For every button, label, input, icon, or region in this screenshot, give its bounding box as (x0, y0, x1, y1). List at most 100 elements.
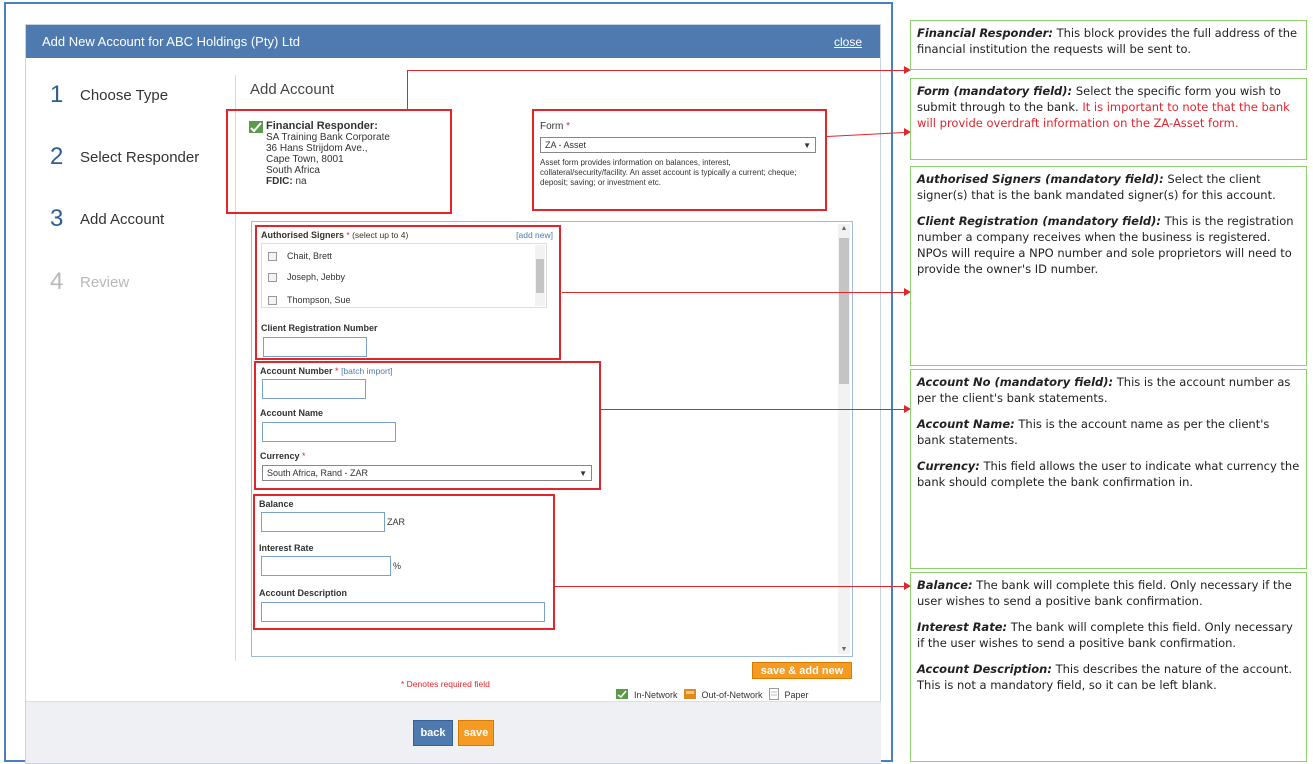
fdic-value: na (295, 176, 307, 187)
account-number-input[interactable] (262, 379, 366, 399)
account-description-label: Account Description (259, 588, 348, 598)
annotation-account: Account No (mandatory field): This is th… (910, 369, 1307, 569)
annotation-term: Client Registration (mandatory field): (917, 214, 1161, 228)
currency-select-value: South Africa, Rand - ZAR (267, 468, 369, 478)
annotation-responder: Financial Responder: This block provides… (910, 20, 1307, 70)
account-number-label: Account Number (260, 366, 333, 376)
signer-checkbox[interactable] (268, 251, 277, 261)
connector-line (555, 586, 904, 587)
connector-line (601, 409, 904, 410)
step-add-account[interactable]: 3 Add Account (50, 205, 164, 233)
required-mark: * (346, 230, 350, 240)
scroll-thumb[interactable] (839, 238, 849, 384)
annotation-term: Account No (mandatory field): (917, 375, 1114, 389)
step-select-responder[interactable]: 2 Select Responder (50, 143, 199, 171)
in-network-icon (249, 120, 263, 138)
step-review: 4 Review (50, 268, 129, 296)
annotation-term: Currency: (917, 459, 980, 473)
connector-line (562, 292, 904, 293)
required-mark: * (302, 451, 306, 461)
signer-name: Joseph, Jebby (287, 272, 346, 282)
form-description: Asset form provides information on balan… (540, 158, 797, 187)
step-label: Review (80, 273, 130, 291)
responder-line: SA Training Bank Corporate (266, 132, 390, 143)
signer-checkbox[interactable] (268, 272, 277, 282)
annotation-optional: Balance: The bank will complete this fie… (910, 572, 1307, 762)
responder-box: Financial Responder: SA Training Bank Co… (226, 109, 452, 214)
chevron-down-icon: ▼ (579, 468, 587, 478)
annotation-term: Authorised Signers (mandatory field): (917, 172, 1164, 186)
step-choose-type[interactable]: 1 Choose Type (50, 81, 168, 109)
step-label: Add Account (80, 210, 165, 228)
optional-fields-box: Balance ZAR Interest Rate % Account Desc… (253, 494, 555, 630)
close-link[interactable]: close (834, 35, 862, 49)
list-item[interactable]: Chait, Brett (268, 251, 332, 261)
account-description-input[interactable] (261, 602, 545, 622)
currency-label: Currency (260, 451, 300, 461)
currency-select[interactable]: South Africa, Rand - ZAR ▼ (262, 465, 592, 481)
responder-line: Cape Town, 8001 (266, 154, 344, 165)
client-reg-input[interactable] (263, 337, 367, 357)
annotation-term: Balance: (917, 578, 973, 592)
annotation-term: Form (mandatory field): (917, 84, 1073, 98)
balance-input[interactable] (261, 512, 385, 532)
list-item[interactable]: Joseph, Jebby (268, 272, 345, 282)
annotation-term: Account Description: (917, 662, 1052, 676)
step-number: 2 (50, 143, 64, 170)
annotation-term: Interest Rate: (917, 620, 1008, 634)
form-label: Form (540, 121, 564, 132)
signers-hint: (select up to 4) (352, 230, 409, 240)
modal-header: Add New Account for ABC Holdings (Pty) L… (26, 25, 880, 58)
responder-line: South Africa (266, 165, 320, 176)
form-box: Form * ZA - Asset ▼ Asset form provides … (532, 109, 827, 211)
annotation-form: Form (mandatory field): Select the speci… (910, 78, 1307, 160)
connector-line (407, 70, 904, 71)
step-number: 4 (50, 268, 64, 295)
signers-scrollbar[interactable] (535, 245, 545, 306)
annotation-term: Account Name: (917, 417, 1015, 431)
step-number: 3 (50, 205, 64, 232)
annotation-term: Financial Responder: (917, 26, 1053, 40)
connector-line (407, 70, 408, 109)
list-item[interactable]: Thompson, Sue (268, 295, 351, 305)
responder-line: 36 Hans Strijdom Ave., (266, 143, 368, 154)
interest-rate-unit: % (393, 561, 402, 571)
responder-label: Financial Responder: (266, 120, 378, 132)
add-new-signer-link[interactable]: [add new] (516, 230, 553, 240)
signer-name: Thompson, Sue (287, 295, 351, 305)
balance-unit: ZAR (387, 517, 405, 527)
back-button[interactable]: back (413, 720, 453, 746)
modal-footer: back save (26, 701, 881, 763)
out-of-network-icon (683, 689, 696, 701)
step-number: 1 (50, 81, 64, 108)
scroll-down-icon[interactable]: ▼ (838, 646, 850, 653)
modal-title: Add New Account for ABC Holdings (Pty) L… (42, 34, 300, 49)
client-reg-label: Client Registration Number (261, 323, 378, 333)
panel-scrollbar[interactable]: ▲ ▼ (838, 224, 850, 654)
in-network-icon (616, 689, 628, 701)
out-of-network-label: Out-of-Network (701, 690, 763, 700)
annotation-signers: Authorised Signers (mandatory field): Se… (910, 166, 1307, 366)
annotation-text: The bank will complete this field. Only … (917, 578, 1292, 608)
save-button[interactable]: save (458, 720, 494, 746)
signers-label: Authorised Signers (261, 230, 345, 240)
balance-label: Balance (259, 499, 294, 509)
interest-rate-label: Interest Rate (259, 543, 314, 553)
account-name-input[interactable] (262, 422, 396, 442)
signers-list: Chait, Brett Joseph, Jebby Thompson, Sue (261, 243, 547, 308)
interest-rate-input[interactable] (261, 556, 391, 576)
step-label: Select Responder (80, 148, 200, 166)
signer-name: Chait, Brett (287, 251, 333, 261)
network-legend: In-Network Out-of-Network Paper (616, 688, 815, 702)
in-network-label: In-Network (634, 690, 678, 700)
batch-import-link[interactable]: [batch import] (341, 366, 393, 376)
save-add-new-button[interactable]: save & add new (752, 662, 852, 679)
signers-box: Authorised Signers * (select up to 4) [a… (255, 225, 561, 360)
paper-label: Paper (784, 690, 809, 700)
paper-icon (768, 688, 779, 702)
signer-checkbox[interactable] (268, 295, 277, 305)
form-select[interactable]: ZA - Asset ▼ (540, 137, 816, 153)
scroll-up-icon[interactable]: ▲ (838, 225, 850, 232)
fdic-label: FDIC: (266, 176, 293, 187)
add-account-heading: Add Account (250, 81, 335, 98)
